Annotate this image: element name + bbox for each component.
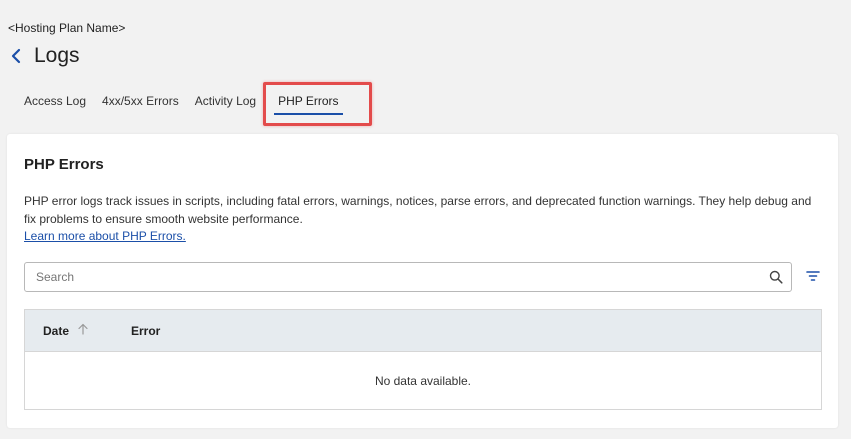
arrow-up-icon bbox=[78, 323, 88, 338]
learn-more-link[interactable]: Learn more about PHP Errors. bbox=[24, 229, 186, 243]
hosting-plan-name: <Hosting Plan Name> bbox=[8, 21, 126, 35]
tab-activity-log[interactable]: Activity Log bbox=[187, 87, 264, 117]
tab-access-log[interactable]: Access Log bbox=[16, 87, 94, 117]
page-title: Logs bbox=[34, 44, 80, 67]
section-title: PHP Errors bbox=[24, 156, 104, 173]
column-header-error[interactable]: Error bbox=[131, 324, 160, 338]
search-icon[interactable] bbox=[761, 263, 791, 291]
column-header-date[interactable]: Date bbox=[25, 323, 131, 338]
log-tabs: Access Log 4xx/5xx Errors Activity Log P… bbox=[16, 87, 353, 121]
table-header: Date Error bbox=[25, 310, 821, 352]
tab-php-errors[interactable]: PHP Errors bbox=[264, 87, 352, 117]
filter-icon[interactable] bbox=[805, 268, 821, 284]
chevron-left-icon[interactable] bbox=[8, 45, 24, 67]
title-row: Logs bbox=[8, 44, 80, 68]
empty-table-message: No data available. bbox=[374, 374, 472, 388]
php-errors-card: PHP Errors PHP error logs track issues i… bbox=[7, 134, 838, 428]
tab-4xx-5xx-errors[interactable]: 4xx/5xx Errors bbox=[94, 87, 187, 117]
section-description: PHP error logs track issues in scripts, … bbox=[24, 194, 812, 226]
php-errors-table: Date Error No data available. bbox=[24, 309, 822, 410]
column-header-date-label: Date bbox=[43, 323, 70, 338]
search-input[interactable] bbox=[25, 263, 761, 291]
search-box bbox=[24, 262, 792, 292]
